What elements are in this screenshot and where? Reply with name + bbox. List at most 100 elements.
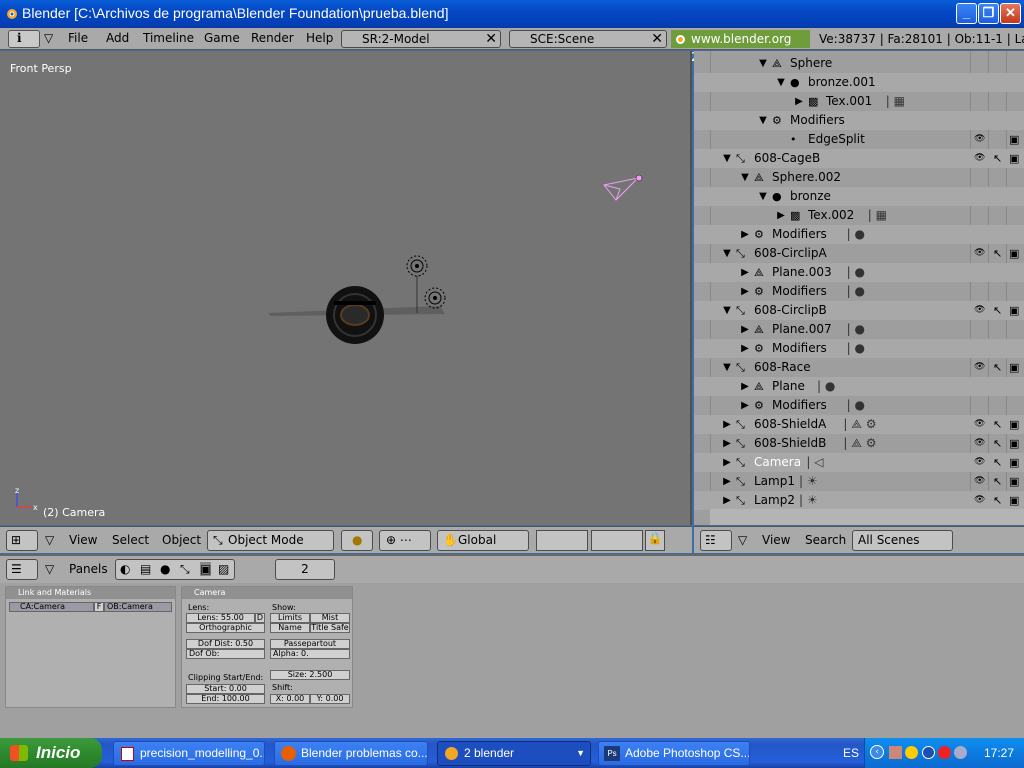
expand-right-icon[interactable]: ▶: [740, 263, 750, 282]
visibility-eye-icon[interactable]: 👁: [974, 244, 985, 263]
layers-grid-2[interactable]: [591, 530, 643, 551]
render-image-icon[interactable]: ▣: [1009, 149, 1019, 168]
lens-unit-button[interactable]: D: [255, 613, 265, 623]
visibility-eye-icon[interactable]: 👁: [974, 130, 985, 149]
outliner-row[interactable]: ▶ ⤡ 608-ShieldB | ⟁ ⚙ 👁 ↖ ▣: [694, 434, 1024, 453]
outliner-row[interactable]: ▶ ⟁ Plane | ●: [694, 377, 1024, 396]
expand-right-icon[interactable]: ▶: [740, 320, 750, 339]
selectable-arrow-icon[interactable]: ↖: [993, 491, 1002, 510]
expand-right-icon[interactable]: ▶: [740, 396, 750, 415]
fake-user-button[interactable]: F: [94, 602, 104, 612]
menu-timeline[interactable]: Timeline: [143, 31, 194, 45]
expand-right-icon[interactable]: ▶: [722, 472, 732, 491]
pivot-selector[interactable]: ⊕ ⋯: [379, 530, 431, 551]
logic-icon[interactable]: ◐: [120, 562, 130, 576]
editor-type-button[interactable]: ☰: [6, 559, 38, 580]
outliner-row[interactable]: ▼ ⤡ 608-CirclipA 👁 ↖ ▣: [694, 244, 1024, 263]
outliner-item-label[interactable]: 608-ShieldA: [754, 415, 826, 434]
outliner-item-label[interactable]: Modifiers: [790, 111, 845, 130]
tray-expand-icon[interactable]: ‹: [870, 745, 884, 759]
shading-icon[interactable]: ●: [160, 562, 170, 576]
taskbar-item[interactable]: 2 blender ▼: [437, 741, 591, 766]
frame-field[interactable]: 2: [275, 559, 335, 580]
screen-selector[interactable]: SR:2-Model ✕: [341, 30, 501, 48]
expand-right-icon[interactable]: ▶: [740, 225, 750, 244]
visibility-eye-icon[interactable]: 👁: [974, 472, 985, 491]
menu-view[interactable]: View: [69, 533, 97, 547]
expand-right-icon[interactable]: ▶: [740, 282, 750, 301]
outliner-row[interactable]: ▼ ⚙ Modifiers: [694, 111, 1024, 130]
camera-object[interactable]: [603, 174, 643, 201]
outliner-item-label[interactable]: Lamp2: [754, 491, 795, 510]
outliner-row[interactable]: ▼ ⤡ 608-CirclipB 👁 ↖ ▣: [694, 301, 1024, 320]
expand-right-icon[interactable]: ▶: [722, 491, 732, 510]
render-image-icon[interactable]: ▣: [1009, 301, 1019, 320]
expand-down-icon[interactable]: ▼: [776, 73, 786, 92]
selectable-arrow-icon[interactable]: ↖: [993, 472, 1002, 491]
outliner-item-label[interactable]: Tex.001: [826, 92, 872, 111]
outliner-row[interactable]: ▶ ⟁ Plane.003 | ●: [694, 263, 1024, 282]
collapse-arrow-icon[interactable]: ▽: [738, 533, 747, 547]
outliner[interactable]: ▼ ⟁ Sphere ▼ ● bronze.001 ▶ ▩ Tex.001 | ▦ ▼ ⚙ Modifi…: [694, 51, 1024, 525]
collapse-arrow-icon[interactable]: ▽: [45, 533, 54, 547]
3d-viewport[interactable]: Front Persp z x (2) Camera: [0, 51, 692, 525]
visibility-eye-icon[interactable]: 👁: [974, 415, 985, 434]
expand-right-icon[interactable]: ▶: [722, 415, 732, 434]
c-icon[interactable]: [922, 746, 935, 759]
outliner-item-label[interactable]: Sphere.002: [772, 168, 841, 187]
close-icon[interactable]: ✕: [651, 31, 663, 47]
script-icon[interactable]: ▤: [140, 562, 151, 576]
selectable-arrow-icon[interactable]: ↖: [993, 244, 1002, 263]
visibility-eye-icon[interactable]: 👁: [974, 434, 985, 453]
expand-right-icon[interactable]: ▶: [722, 434, 732, 453]
outliner-item-label[interactable]: bronze: [790, 187, 831, 206]
taskbar-item[interactable]: Ps Adobe Photoshop CS...: [598, 741, 750, 766]
outliner-row[interactable]: ▼ ● bronze: [694, 187, 1024, 206]
outliner-item-label[interactable]: Plane: [772, 377, 805, 396]
close-icon[interactable]: ✕: [485, 31, 497, 47]
outliner-item-label[interactable]: Camera: [754, 453, 801, 472]
expand-down-icon[interactable]: ▼: [722, 149, 732, 168]
editor-type-button[interactable]: ☷: [700, 530, 732, 551]
expand-down-icon[interactable]: ▼: [722, 301, 732, 320]
selectable-arrow-icon[interactable]: ↖: [993, 453, 1002, 472]
outliner-row[interactable]: ▶ ⤡ Lamp1 | ☀ 👁 ↖ ▣: [694, 472, 1024, 491]
expand-right-icon[interactable]: ▶: [740, 339, 750, 358]
lamp1-object[interactable]: [406, 255, 428, 313]
outliner-row[interactable]: ▼ ⟁ Sphere: [694, 54, 1024, 73]
outliner-row[interactable]: ▶ ⤡ Camera | ◁ 👁 ↖ ▣: [694, 453, 1024, 472]
clip-start-field[interactable]: Start: 0.00: [186, 684, 265, 694]
render-image-icon[interactable]: ▣: [1009, 415, 1019, 434]
collapse-arrow-icon[interactable]: ▽: [45, 562, 54, 576]
clip-end-field[interactable]: End: 100.00: [186, 694, 265, 704]
outliner-item-label[interactable]: Modifiers: [772, 339, 827, 358]
context-tabs[interactable]: ◐ ▤ ● ⤡ ▣ ▨: [115, 559, 235, 580]
outliner-item-label[interactable]: 608-ShieldB: [754, 434, 826, 453]
messenger-icon[interactable]: [938, 746, 951, 759]
selectable-arrow-icon[interactable]: ↖: [993, 434, 1002, 453]
selectable-arrow-icon[interactable]: ↖: [993, 358, 1002, 377]
lamp2-object[interactable]: [424, 287, 446, 309]
menu-game[interactable]: Game: [204, 31, 240, 45]
expand-right-icon[interactable]: ▶: [776, 206, 786, 225]
expand-down-icon[interactable]: ▼: [740, 168, 750, 187]
orientation-selector[interactable]: ✋ Global: [437, 530, 529, 551]
start-button[interactable]: Inicio: [0, 738, 102, 768]
menu-help[interactable]: Help: [306, 31, 333, 45]
size-field[interactable]: Size: 2.500: [270, 670, 350, 680]
title-safe-toggle[interactable]: Title Safe: [310, 623, 350, 633]
lock-icon[interactable]: 🔒: [645, 530, 665, 551]
outliner-row[interactable]: ▼ ⤡ 608-CageB 👁 ↖ ▣: [694, 149, 1024, 168]
lens-field[interactable]: Lens: 55.00: [186, 613, 255, 623]
expand-down-icon[interactable]: ▼: [722, 358, 732, 377]
selectable-arrow-icon[interactable]: ↖: [993, 301, 1002, 320]
outliner-item-label[interactable]: Lamp1: [754, 472, 795, 491]
shading-selector[interactable]: ●: [341, 530, 373, 551]
outliner-item-label[interactable]: Plane.003: [772, 263, 832, 282]
mist-toggle[interactable]: Mist: [310, 613, 350, 623]
menu-view[interactable]: View: [762, 533, 790, 547]
outliner-item-label[interactable]: 608-Race: [754, 358, 811, 377]
minimize-button[interactable]: _: [956, 3, 977, 24]
editor-type-button[interactable]: i: [8, 30, 40, 48]
outliner-row[interactable]: ▶ ⚙ Modifiers | ●: [694, 396, 1024, 415]
